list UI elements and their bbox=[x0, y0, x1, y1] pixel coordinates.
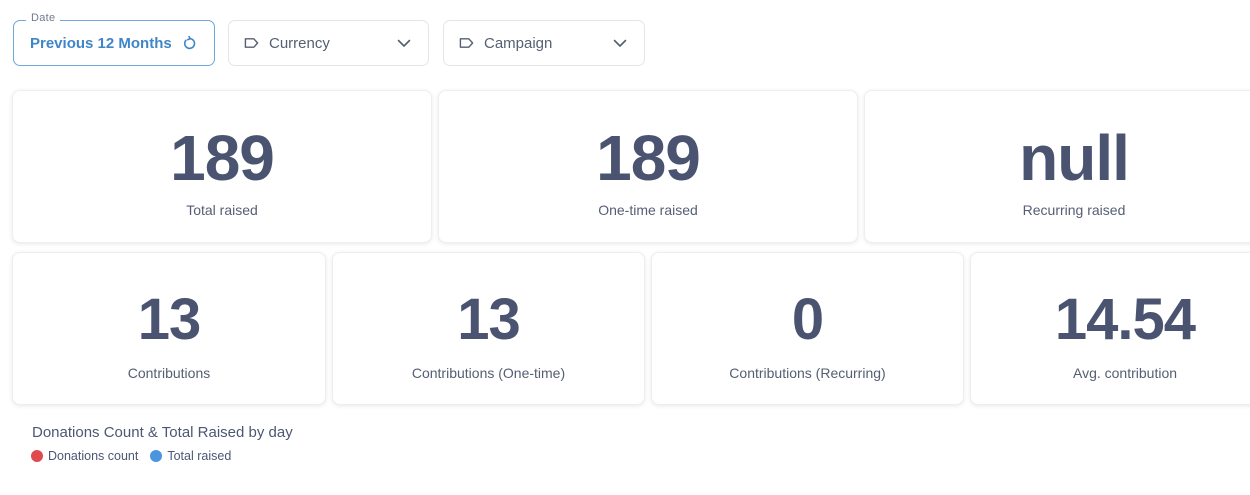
recurring-raised-label: Recurring raised bbox=[1022, 202, 1126, 218]
reset-icon[interactable] bbox=[182, 35, 197, 51]
contributions-one-time-card[interactable]: 13 Contributions (One-time) bbox=[332, 252, 645, 405]
one-time-raised-card[interactable]: 189 One-time raised bbox=[438, 90, 858, 243]
contributions-one-time-value: 13 bbox=[457, 287, 521, 352]
contributions-label: Contributions bbox=[127, 365, 211, 381]
contributions-value: 13 bbox=[137, 287, 202, 352]
currency-filter[interactable]: Currency bbox=[228, 20, 429, 66]
date-filter[interactable]: Date Previous 12 Months bbox=[13, 12, 215, 66]
one-time-raised-value: 189 bbox=[596, 122, 701, 194]
legend-dot-blue bbox=[150, 450, 163, 462]
avg-contribution-label: Avg. contribution bbox=[1072, 365, 1178, 381]
date-filter-value: Previous 12 Months bbox=[30, 34, 172, 52]
campaign-filter-label: Campaign bbox=[484, 34, 553, 52]
tag-icon bbox=[244, 38, 259, 48]
contributions-card[interactable]: 13 Contributions bbox=[12, 252, 326, 405]
total-raised-value: 189 bbox=[170, 122, 275, 194]
chart-title[interactable]: Donations Count & Total Raised by day bbox=[32, 424, 293, 441]
avg-contribution-card[interactable]: 14.54 Avg. contribution bbox=[970, 252, 1250, 405]
legend-dot-red bbox=[31, 450, 43, 462]
legend-label: Total raised bbox=[167, 449, 232, 463]
avg-contribution-value: 14.54 bbox=[1054, 287, 1196, 352]
one-time-raised-label: One-time raised bbox=[598, 202, 698, 218]
legend-item-donations-count[interactable]: Donations count bbox=[31, 449, 138, 463]
chart-legend: Donations count Total raised bbox=[31, 449, 243, 463]
contributions-recurring-value: 0 bbox=[791, 287, 824, 352]
chevron-down-icon bbox=[613, 39, 627, 47]
contributions-recurring-card[interactable]: 0 Contributions (Recurring) bbox=[651, 252, 964, 405]
date-filter-legend: Date bbox=[26, 12, 61, 24]
legend-item-total-raised[interactable]: Total raised bbox=[150, 449, 231, 463]
tag-icon bbox=[459, 38, 474, 48]
legend-label: Donations count bbox=[48, 449, 139, 463]
contributions-recurring-label: Contributions (Recurring) bbox=[729, 365, 886, 381]
currency-filter-label: Currency bbox=[269, 34, 330, 52]
dashboard: Date Previous 12 Months Currency Campaig… bbox=[0, 0, 1250, 495]
total-raised-label: Total raised bbox=[186, 202, 258, 218]
recurring-raised-card[interactable]: null Recurring raised bbox=[864, 90, 1250, 243]
campaign-filter[interactable]: Campaign bbox=[443, 20, 645, 66]
recurring-raised-value: null bbox=[1019, 122, 1130, 194]
chevron-down-icon bbox=[397, 39, 411, 47]
contributions-one-time-label: Contributions (One-time) bbox=[411, 365, 566, 381]
total-raised-card[interactable]: 189 Total raised bbox=[12, 90, 432, 243]
